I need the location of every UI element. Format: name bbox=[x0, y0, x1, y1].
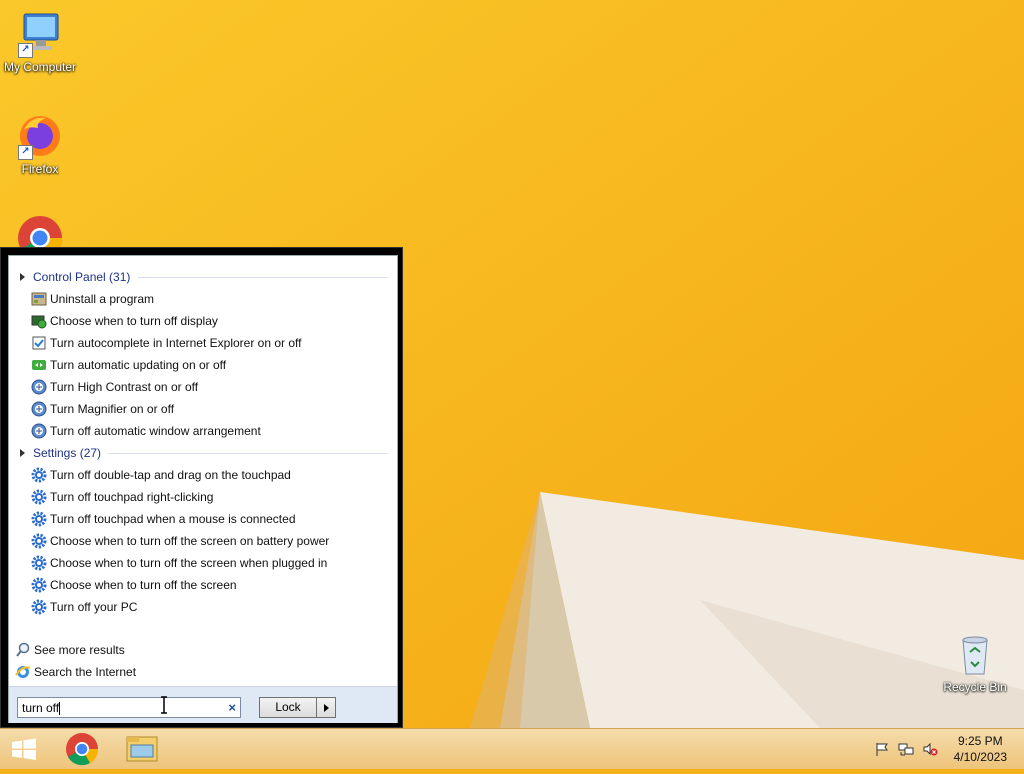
result-screen-battery[interactable]: Choose when to turn off the screen on ba… bbox=[31, 531, 386, 551]
lock-button[interactable]: Lock bbox=[259, 697, 317, 718]
result-label: Turn off touchpad when a mouse is connec… bbox=[50, 512, 296, 526]
recycle-bin-desktop-icon[interactable]: Recycle Bin bbox=[935, 630, 1015, 694]
clock-time: 9:25 PM bbox=[957, 734, 1003, 748]
result-turn-off-pc[interactable]: Turn off your PC bbox=[31, 597, 386, 617]
see-more-label: See more results bbox=[34, 643, 125, 657]
power-options-arrow-button[interactable] bbox=[316, 697, 336, 718]
result-label: Turn automatic updating on or off bbox=[50, 358, 227, 372]
result-touchpad-right-click[interactable]: Turn off touchpad right-clicking bbox=[31, 487, 386, 507]
windows-logo-icon bbox=[12, 738, 36, 760]
firefox-icon: ↗ bbox=[16, 112, 64, 160]
taskbar-chrome-button[interactable] bbox=[58, 729, 106, 769]
search-internet-link[interactable]: Search the Internet bbox=[15, 662, 136, 682]
firefox-label: Firefox bbox=[21, 162, 59, 176]
my-computer-label: My Computer bbox=[3, 60, 77, 74]
start-button[interactable] bbox=[0, 729, 48, 769]
settings-gear-icon bbox=[31, 555, 47, 571]
recycle-bin-label: Recycle Bin bbox=[943, 680, 1007, 694]
computer-icon: ↗ bbox=[16, 10, 64, 58]
result-display-off[interactable]: Choose when to turn off display bbox=[31, 311, 386, 331]
start-menu-panel: Control Panel (31) Uninstall a program C… bbox=[8, 255, 398, 723]
chevron-right-icon bbox=[324, 704, 329, 712]
clock-date: 4/10/2023 bbox=[953, 750, 1007, 764]
network-icon[interactable] bbox=[898, 741, 914, 757]
settings-gear-icon bbox=[31, 533, 47, 549]
internet-options-icon bbox=[32, 336, 46, 350]
result-automatic-updating[interactable]: Turn automatic updating on or off bbox=[31, 355, 386, 375]
start-menu: Control Panel (31) Uninstall a program C… bbox=[0, 247, 403, 728]
settings-gear-icon bbox=[31, 511, 47, 527]
see-more-results-link[interactable]: See more results bbox=[15, 640, 125, 660]
result-screen-off[interactable]: Choose when to turn off the screen bbox=[31, 575, 386, 595]
internet-explorer-icon bbox=[15, 666, 31, 678]
result-label: Choose when to turn off display bbox=[50, 314, 218, 328]
search-input-text: turn off bbox=[22, 701, 60, 715]
clear-search-icon[interactable]: × bbox=[228, 700, 236, 715]
result-label: Turn off touchpad right-clicking bbox=[50, 490, 214, 504]
result-label: Choose when to turn off the screen when … bbox=[50, 556, 328, 570]
result-label: Turn off your PC bbox=[50, 600, 138, 614]
result-label: Choose when to turn off the screen bbox=[50, 578, 237, 592]
ease-of-access-icon bbox=[31, 401, 47, 417]
windows-update-icon bbox=[32, 360, 46, 370]
text-caret bbox=[59, 702, 61, 716]
taskbar-clock[interactable]: 9:25 PM 4/10/2023 bbox=[954, 733, 1007, 765]
display-power-icon bbox=[31, 315, 47, 329]
group-header-control-panel[interactable]: Control Panel (31) bbox=[17, 268, 387, 286]
result-window-arrangement[interactable]: Turn off automatic window arrangement bbox=[31, 421, 386, 441]
expand-triangle-icon bbox=[20, 273, 25, 281]
firefox-desktop-icon[interactable]: ↗ Firefox bbox=[0, 112, 80, 176]
file-explorer-icon bbox=[126, 736, 158, 762]
magnifier-search-icon bbox=[16, 642, 30, 657]
ease-of-access-icon bbox=[31, 423, 47, 439]
settings-gear-icon bbox=[31, 599, 47, 615]
result-label: Turn off automatic window arrangement bbox=[50, 424, 261, 438]
speaker-muted-icon[interactable] bbox=[922, 741, 938, 757]
chrome-icon bbox=[66, 733, 99, 766]
result-label: Turn autocomplete in Internet Explorer o… bbox=[50, 336, 302, 350]
my-computer-desktop-icon[interactable]: ↗ My Computer bbox=[0, 10, 80, 74]
result-magnifier[interactable]: Turn Magnifier on or off bbox=[31, 399, 386, 419]
text-cursor-icon bbox=[161, 696, 167, 714]
group-title: Control Panel (31) bbox=[33, 270, 131, 284]
search-internet-label: Search the Internet bbox=[34, 665, 137, 679]
settings-gear-icon bbox=[31, 467, 47, 483]
result-high-contrast[interactable]: Turn High Contrast on or off bbox=[31, 377, 386, 397]
expand-triangle-icon bbox=[20, 449, 25, 457]
result-screen-plugged-in[interactable]: Choose when to turn off the screen when … bbox=[31, 553, 386, 573]
result-touchpad-mouse-connected[interactable]: Turn off touchpad when a mouse is connec… bbox=[31, 509, 386, 529]
result-label: Turn High Contrast on or off bbox=[50, 380, 199, 394]
programs-icon bbox=[31, 292, 47, 306]
taskbar: 9:25 PM 4/10/2023 bbox=[0, 728, 1024, 769]
search-bar: turn off × Lock bbox=[9, 686, 397, 723]
action-center-flag-icon[interactable] bbox=[874, 741, 890, 757]
result-label: Turn off double-tap and drag on the touc… bbox=[50, 468, 291, 482]
group-title: Settings (27) bbox=[33, 446, 102, 460]
group-header-settings[interactable]: Settings (27) bbox=[17, 444, 387, 462]
divider bbox=[109, 452, 387, 454]
result-uninstall-program[interactable]: Uninstall a program bbox=[31, 289, 386, 309]
result-label: Choose when to turn off the screen on ba… bbox=[50, 534, 330, 548]
ease-of-access-icon bbox=[31, 379, 47, 395]
result-touchpad-double-tap[interactable]: Turn off double-tap and drag on the touc… bbox=[31, 465, 386, 485]
settings-gear-icon bbox=[31, 577, 47, 593]
recycle-bin-icon bbox=[951, 630, 999, 678]
result-label: Uninstall a program bbox=[50, 292, 155, 306]
divider bbox=[138, 276, 387, 278]
search-input[interactable]: turn off × bbox=[17, 697, 241, 718]
result-label: Turn Magnifier on or off bbox=[50, 402, 175, 416]
settings-gear-icon bbox=[31, 489, 47, 505]
result-ie-autocomplete[interactable]: Turn autocomplete in Internet Explorer o… bbox=[31, 333, 386, 353]
taskbar-file-explorer-button[interactable] bbox=[118, 729, 166, 769]
